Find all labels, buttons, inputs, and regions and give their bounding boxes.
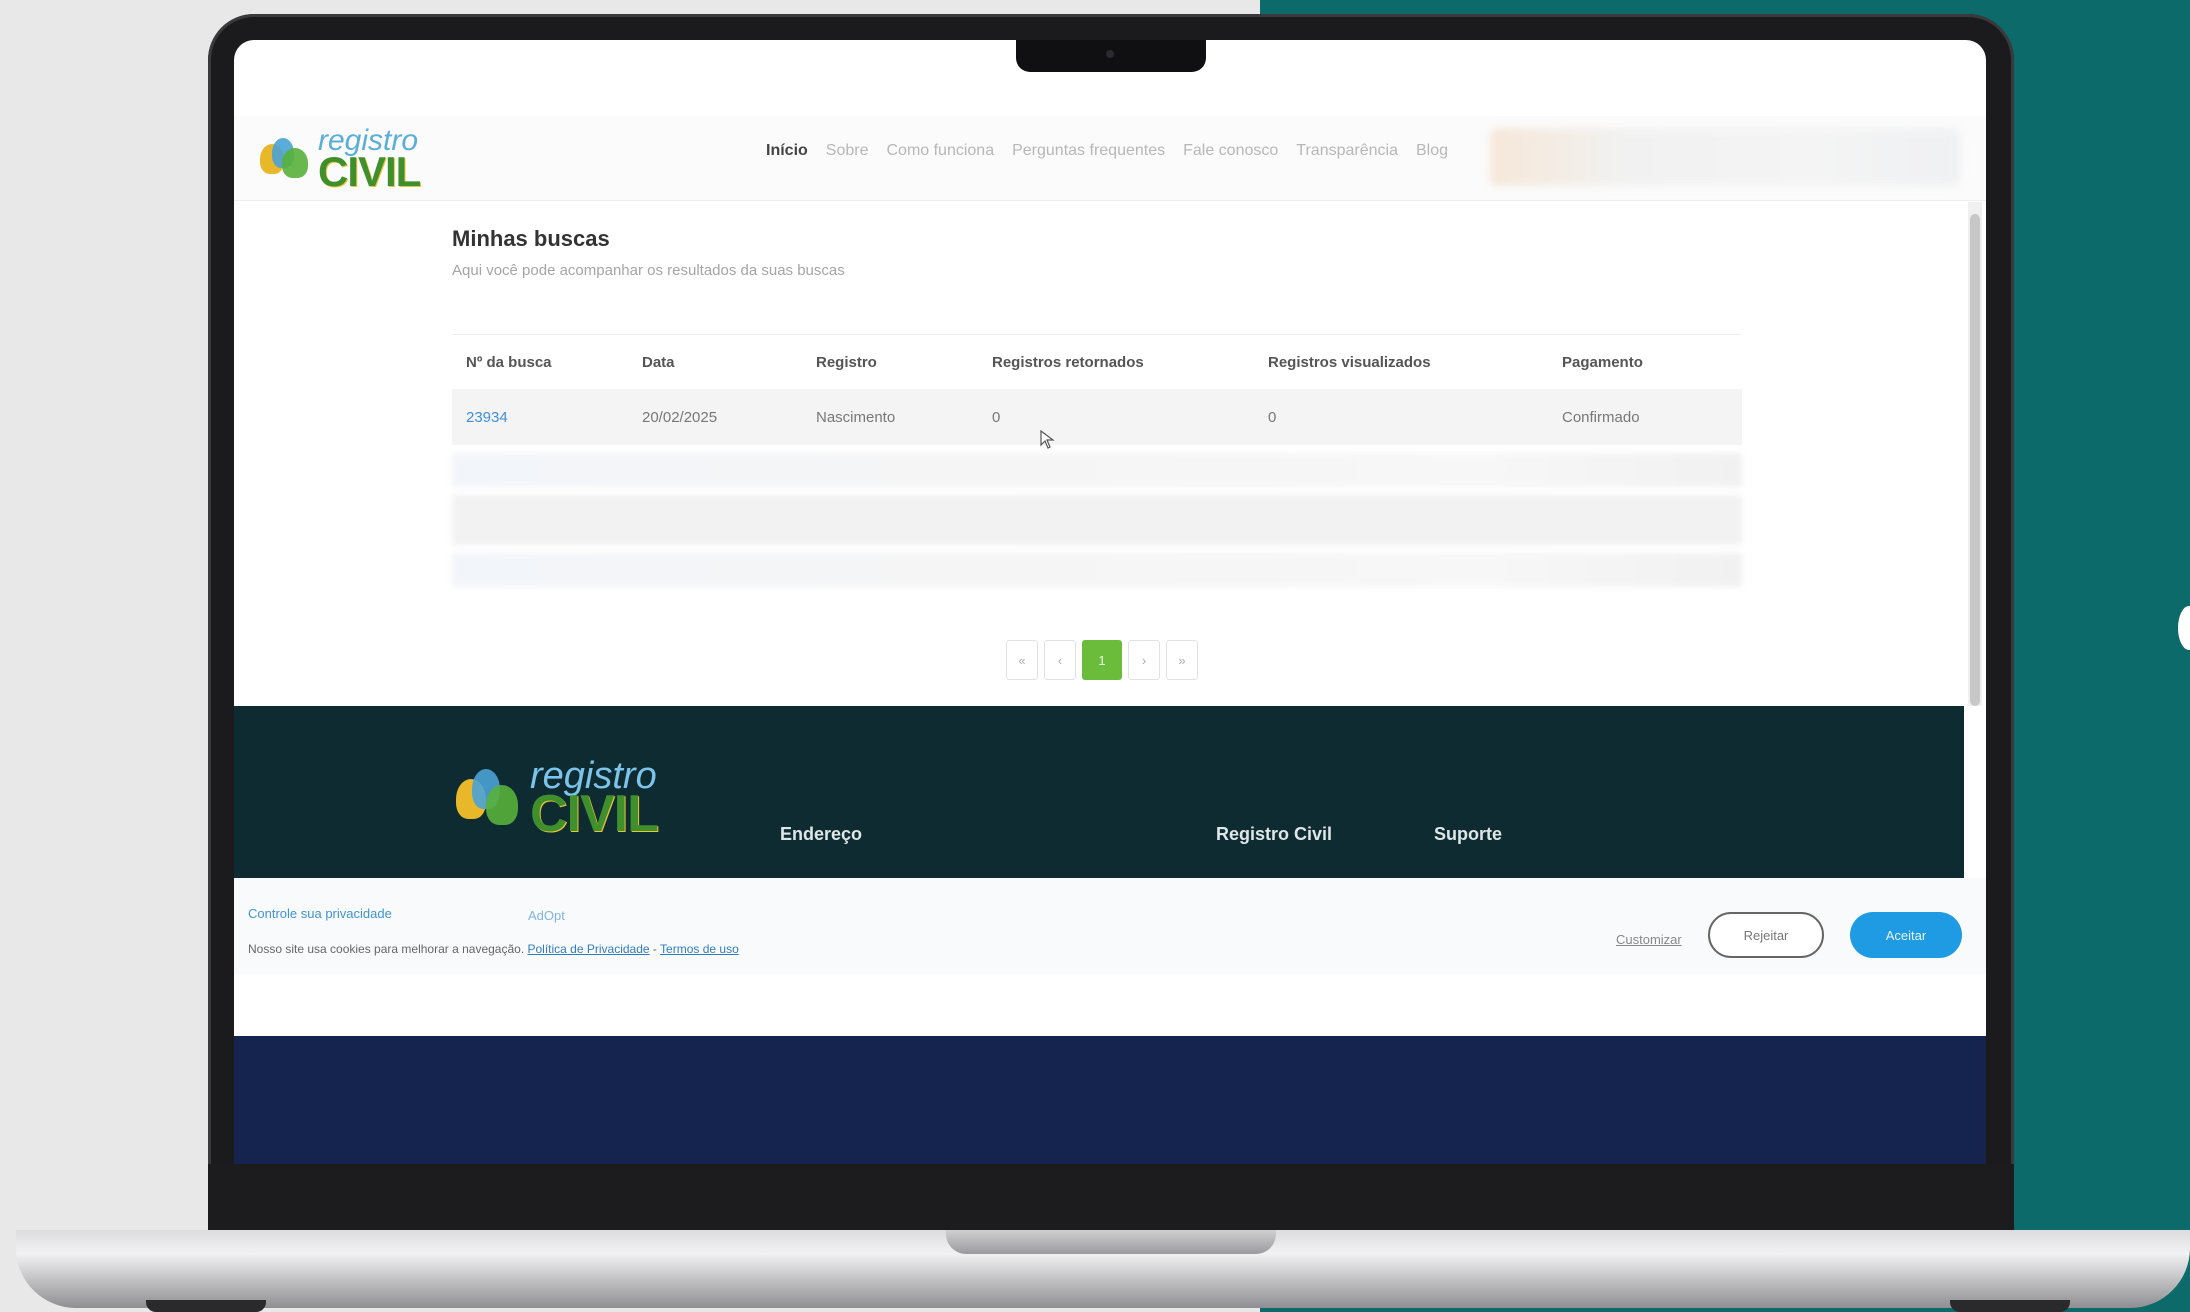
customize-link[interactable]: Customizar [1616, 932, 1682, 947]
nav-item-blog[interactable]: Blog [1416, 142, 1448, 160]
taskbar-area [234, 1036, 1986, 1164]
pagination-last-button[interactable]: » [1166, 640, 1198, 680]
terms-of-use-link[interactable]: Termos de uso [660, 942, 739, 956]
nav-item-inicio[interactable]: Início [766, 142, 808, 160]
main-nav: Início Sobre Como funciona Perguntas fre… [766, 142, 1448, 160]
cell-payment: Confirmado [1562, 408, 1640, 426]
reject-button[interactable]: Rejeitar [1708, 912, 1824, 958]
col-header-record: Registro [816, 353, 877, 371]
blurred-row [452, 453, 1742, 487]
laptop-chin [208, 1164, 2014, 1236]
nav-item-perguntas[interactable]: Perguntas frequentes [1012, 142, 1165, 160]
privacy-control-link[interactable]: Controle sua privacidade [248, 906, 392, 921]
col-header-viewed: Registros visualizados [1268, 353, 1431, 371]
laptop-foot-right [1950, 1300, 2070, 1312]
blurred-row [452, 553, 1742, 587]
col-header-date: Data [642, 353, 675, 371]
cookie-message-text: Nosso site usa cookies para melhorar a n… [248, 942, 525, 956]
hands-logo-icon [454, 765, 524, 831]
col-header-search-number: Nº da busca [466, 353, 552, 371]
pagination: « ‹ 1 › » [1006, 640, 1198, 680]
laptop-screen: registro CIVIL Início Sobre Como funcion… [234, 40, 1986, 1164]
hands-logo-icon [258, 134, 312, 184]
cookie-separator: - [652, 942, 657, 956]
pagination-prev-button[interactable]: ‹ [1044, 640, 1076, 680]
nav-item-sobre[interactable]: Sobre [826, 142, 869, 160]
cell-date: 20/02/2025 [642, 408, 718, 426]
searches-table: Nº da busca Data Registro Registros reto… [452, 334, 1742, 587]
footer-heading-endereco: Endereço [780, 824, 863, 844]
col-header-payment: Pagamento [1562, 353, 1643, 371]
nav-item-como-funciona[interactable]: Como funciona [886, 142, 994, 160]
cookie-banner: Controle sua privacidade AdOpt Nosso sit… [234, 878, 1986, 974]
laptop-foot-left [146, 1300, 266, 1312]
scrollbar-thumb[interactable] [1970, 214, 1980, 706]
site-footer: registro CIVIL Endereço Registro Civil S… [234, 706, 1964, 878]
cell-viewed: 0 [1268, 408, 1277, 426]
nav-item-transparencia[interactable]: Transparência [1296, 142, 1398, 160]
logo-text-big: CIVIL [318, 147, 421, 195]
footer-logo[interactable]: registro CIVIL [454, 757, 659, 844]
site-header: registro CIVIL Início Sobre Como funcion… [234, 116, 1986, 201]
page-scrollbar[interactable] [1968, 202, 1982, 706]
table-header: Nº da busca Data Registro Registros reto… [452, 334, 1742, 389]
logo-text-big: CIVIL [530, 785, 659, 844]
laptop-hinge-notch [946, 1230, 1276, 1254]
cell-returned: 0 [992, 408, 1001, 426]
adopt-brand: AdOpt [528, 908, 565, 923]
search-number-link[interactable]: 23934 [452, 409, 628, 426]
header-user-area-blurred [1490, 128, 1960, 186]
header-logo[interactable]: registro CIVIL [258, 126, 421, 195]
cell-record: Nascimento [816, 408, 896, 426]
privacy-policy-link[interactable]: Política de Privacidade [528, 942, 650, 956]
pagination-next-button[interactable]: › [1128, 640, 1160, 680]
table-row: 23934 20/02/2025 Nascimento 0 0 Confirma… [452, 389, 1742, 445]
accept-button[interactable]: Aceitar [1850, 912, 1962, 958]
col-header-returned: Registros retornados [992, 353, 1144, 371]
cookie-message: Nosso site usa cookies para melhorar a n… [248, 942, 739, 956]
pagination-first-button[interactable]: « [1006, 640, 1038, 680]
pagination-page-current[interactable]: 1 [1082, 640, 1122, 680]
page-title: Minhas buscas [452, 226, 610, 251]
footer-heading-suporte: Suporte [1434, 824, 1503, 844]
camera-icon [1106, 50, 1114, 58]
page-subtitle: Aqui você pode acompanhar os resultados … [452, 262, 845, 279]
blurred-row [452, 495, 1742, 545]
footer-heading-registro-civil: Registro Civil [1216, 824, 1333, 844]
nav-item-fale-conosco[interactable]: Fale conosco [1183, 142, 1278, 160]
mouse-pointer-icon [1040, 430, 1055, 449]
